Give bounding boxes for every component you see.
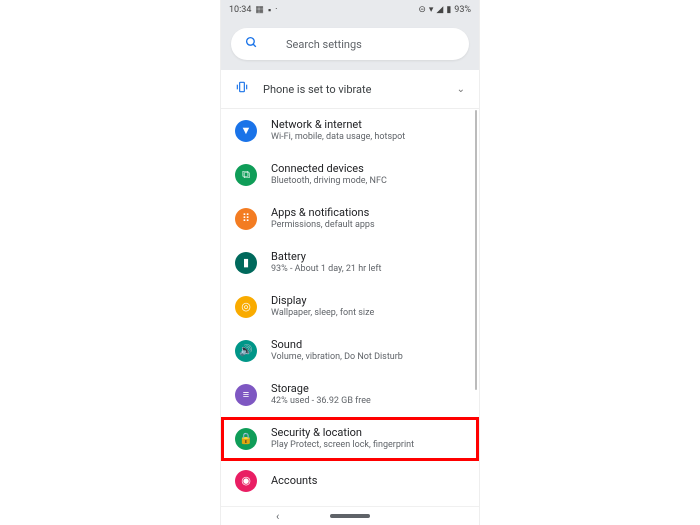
security-location-icon: 🔒: [235, 428, 257, 450]
row-subtitle: Wi-Fi, mobile, data usage, hotspot: [271, 132, 405, 144]
row-title: Accounts: [271, 474, 317, 488]
settings-list: ▼ Network & internetWi-Fi, mobile, data u…: [221, 109, 479, 501]
status-time: 10:34: [229, 5, 251, 15]
row-subtitle: Permissions, default apps: [271, 220, 375, 232]
card-icon: ▦: [255, 5, 264, 15]
battery-percent: 93%: [454, 5, 471, 15]
settings-content: Phone is set to vibrate ⌄ ▼ Network & int…: [221, 70, 479, 507]
row-texts: SoundVolume, vibration, Do Not Disturb: [271, 338, 403, 364]
row-title: Connected devices: [271, 162, 387, 176]
settings-row-security-location[interactable]: 🔒 Security & locationPlay Protect, screen…: [221, 417, 479, 461]
connected-devices-icon: ⧉: [235, 164, 257, 186]
search-placeholder: Search settings: [286, 38, 362, 51]
wifi-icon: ▾: [429, 5, 434, 15]
navigation-bar: ‹: [221, 506, 479, 525]
settings-row-battery[interactable]: ▮ Battery93% - About 1 day, 21 hr left: [221, 241, 479, 285]
accounts-icon: ◉: [235, 470, 257, 492]
network-internet-icon: ▼: [235, 120, 257, 142]
row-texts: Battery93% - About 1 day, 21 hr left: [271, 250, 381, 276]
row-subtitle: Bluetooth, driving mode, NFC: [271, 176, 387, 188]
battery-icon: ▮: [446, 5, 451, 15]
vibrate-banner[interactable]: Phone is set to vibrate ⌄: [221, 70, 479, 109]
row-texts: Security & locationPlay Protect, screen …: [271, 426, 414, 452]
row-texts: Accounts: [271, 474, 317, 488]
row-title: Apps & notifications: [271, 206, 375, 220]
settings-row-accounts[interactable]: ◉ Accounts: [221, 461, 479, 501]
storage-icon: ≡: [235, 384, 257, 406]
row-texts: DisplayWallpaper, sleep, font size: [271, 294, 374, 320]
phone-frame: 10:34 ▦ ▪ · ⊝ ▾ ◢ ▮ 93% Search settings …: [221, 0, 479, 525]
chevron-down-icon: ⌄: [457, 84, 465, 95]
row-subtitle: 42% used - 36.92 GB free: [271, 396, 371, 408]
row-title: Network & internet: [271, 118, 405, 132]
row-subtitle: 93% - About 1 day, 21 hr left: [271, 264, 381, 276]
notif-icon: ▪: [268, 5, 271, 16]
row-subtitle: Wallpaper, sleep, font size: [271, 308, 374, 320]
search-icon: [245, 36, 258, 53]
settings-row-apps-notifications[interactable]: ⠿ Apps & notificationsPermissions, defaul…: [221, 197, 479, 241]
status-dot: ·: [275, 5, 277, 15]
row-subtitle: Play Protect, screen lock, fingerprint: [271, 440, 414, 452]
settings-row-network-internet[interactable]: ▼ Network & internetWi-Fi, mobile, data u…: [221, 109, 479, 153]
signal-icon: ◢: [436, 5, 443, 15]
row-texts: Storage42% used - 36.92 GB free: [271, 382, 371, 408]
row-title: Storage: [271, 382, 371, 396]
row-title: Sound: [271, 338, 403, 352]
apps-notifications-icon: ⠿: [235, 208, 257, 230]
row-texts: Connected devicesBluetooth, driving mode…: [271, 162, 387, 188]
row-texts: Apps & notificationsPermissions, default…: [271, 206, 375, 232]
row-title: Display: [271, 294, 374, 308]
settings-row-storage[interactable]: ≡ Storage42% used - 36.92 GB free: [221, 373, 479, 417]
row-title: Battery: [271, 250, 381, 264]
search-bar[interactable]: Search settings: [231, 28, 469, 60]
settings-row-display[interactable]: ◎ DisplayWallpaper, sleep, font size: [221, 285, 479, 329]
row-texts: Network & internetWi-Fi, mobile, data us…: [271, 118, 405, 144]
row-title: Security & location: [271, 426, 414, 440]
header-area: Search settings: [221, 20, 479, 70]
banner-text: Phone is set to vibrate: [263, 83, 443, 96]
sound-icon: 🔊: [235, 340, 257, 362]
dnd-icon: ⊝: [418, 5, 426, 15]
battery-icon: ▮: [235, 252, 257, 274]
settings-row-sound[interactable]: 🔊 SoundVolume, vibration, Do Not Disturb: [221, 329, 479, 373]
home-pill[interactable]: [330, 514, 370, 518]
status-bar: 10:34 ▦ ▪ · ⊝ ▾ ◢ ▮ 93%: [221, 0, 479, 20]
display-icon: ◎: [235, 296, 257, 318]
back-button[interactable]: ‹: [276, 510, 279, 523]
settings-row-connected-devices[interactable]: ⧉ Connected devicesBluetooth, driving mod…: [221, 153, 479, 197]
row-subtitle: Volume, vibration, Do Not Disturb: [271, 352, 403, 364]
vibrate-icon: [235, 80, 249, 98]
